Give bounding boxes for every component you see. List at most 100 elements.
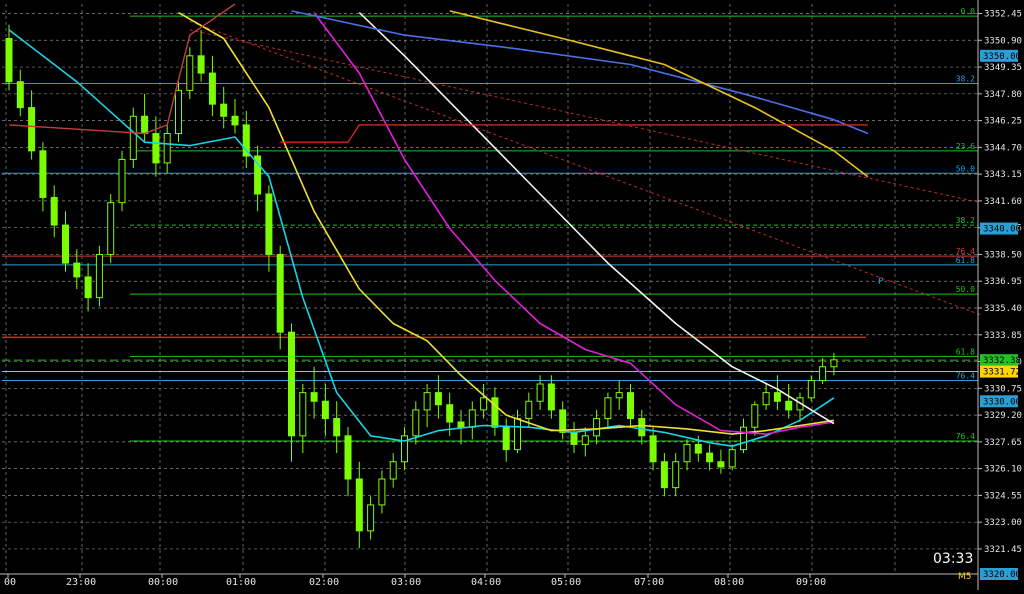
candle-body	[163, 133, 171, 164]
fib-level-label: 38.2	[956, 216, 975, 225]
price-tick-label: 3349.35	[984, 63, 1022, 73]
candle-body	[785, 400, 793, 411]
fib-level-label: 61.8	[956, 347, 975, 356]
chart-canvas[interactable]: 0.038.223.650.038.276.461.850.061.876.47…	[0, 0, 1024, 590]
candle-body	[344, 435, 352, 480]
candle-body	[660, 461, 668, 489]
candle-body	[807, 380, 815, 399]
moving-average-line	[358, 12, 835, 425]
candle-body	[604, 397, 612, 420]
price-box-label: 3330.00	[983, 397, 1021, 407]
time-tick-label: 08:00	[714, 577, 744, 588]
candle-body	[378, 478, 386, 506]
candle-body	[16, 81, 24, 109]
price-box-label: 3320.00	[983, 570, 1021, 580]
red-step-line	[280, 124, 868, 143]
candle-body	[129, 115, 137, 160]
server-clock: 03:33	[933, 551, 974, 567]
price-box-label: 3350.00	[983, 52, 1021, 62]
price-axis: 3352.45 3350.90 3349.35 3347.80 3346.25 3344.…	[977, 0, 1022, 590]
price-tick-label: 3333.85	[984, 331, 1022, 341]
price-tick-label: 3323.00	[984, 518, 1022, 528]
price-box-label: 3340.00	[983, 225, 1021, 235]
candle-body	[570, 431, 578, 445]
price-tick-label: 3346.25	[984, 117, 1022, 127]
candle-body	[581, 435, 589, 445]
candle-body	[728, 449, 736, 468]
fib-level-label: 76.4	[956, 432, 975, 441]
candle-body	[95, 253, 103, 299]
price-tick-label: 3343.15	[984, 170, 1022, 180]
price-tick-label: 3336.95	[984, 277, 1022, 287]
candle-body	[423, 392, 431, 411]
candle-body	[559, 409, 567, 433]
candle-body	[434, 392, 442, 406]
candle-body	[751, 404, 759, 428]
candle-body	[762, 392, 770, 406]
candle-body	[830, 359, 838, 368]
candle-body	[615, 392, 623, 399]
moving-average-line	[313, 12, 835, 435]
price-box-label: 3332.38	[983, 356, 1021, 366]
candle-body	[525, 400, 533, 420]
timeframe-label: M5	[958, 572, 972, 582]
candle-body	[175, 89, 182, 135]
candle-body	[107, 202, 115, 255]
time-axis: 00 23:00 00:00 01:00 02:00 03:00 04:00 05:00 07:…	[0, 573, 978, 588]
candle-body	[265, 193, 273, 255]
candle-body	[299, 392, 307, 437]
candle-body	[649, 435, 657, 463]
fib-level-label: 0.0	[961, 7, 976, 16]
candle-body	[28, 107, 36, 152]
price-tick-label: 3347.80	[984, 90, 1022, 100]
fib-level-label: 50.0	[956, 164, 975, 173]
moving-average-line	[291, 10, 869, 135]
fib-level-label: 38.2	[956, 74, 975, 83]
candle-body	[84, 276, 92, 299]
price-tick-label: 3330.75	[984, 384, 1022, 394]
candle-body	[62, 224, 69, 264]
time-tick-label: 04:00	[471, 577, 501, 588]
price-tick-label: 3338.50	[984, 250, 1022, 260]
trend-line	[189, 20, 981, 316]
candle-body	[118, 158, 126, 204]
time-tick-label: 01:00	[226, 577, 256, 588]
candle-body	[5, 38, 13, 83]
candle-body	[468, 409, 476, 428]
price-tick-label: 3326.10	[984, 465, 1022, 475]
candle-body	[502, 426, 510, 451]
candle-body	[480, 397, 488, 411]
candle-body	[627, 392, 634, 420]
candle-body	[819, 366, 827, 382]
candle-body	[367, 504, 375, 532]
candle-body	[740, 426, 747, 451]
candle-body	[593, 418, 601, 437]
moving-average-line	[178, 11, 835, 435]
price-tick-label: 3335.40	[984, 304, 1022, 314]
candle-body	[321, 400, 329, 420]
candles	[5, 24, 838, 549]
candle-body	[773, 392, 781, 402]
grid	[2, 4, 978, 574]
price-tick-label: 3321.45	[984, 545, 1022, 555]
candle-body	[39, 150, 47, 198]
candle-body	[717, 461, 725, 468]
time-tick-label: 03:00	[391, 577, 421, 588]
time-tick-label: 00	[4, 577, 16, 588]
time-tick-label: 07:00	[634, 577, 664, 588]
candle-body	[220, 103, 228, 117]
candle-body	[491, 397, 499, 428]
candle-body	[310, 392, 318, 402]
candle-body	[389, 461, 397, 480]
candle-body	[276, 253, 284, 333]
candle-body	[333, 418, 341, 437]
trading-chart[interactable]: 0.0 38.2 23.6 50.0 38.2 76.4 61.8 50.0 61.8 76.4 7…	[0, 0, 1024, 590]
candle-body	[231, 115, 239, 126]
candle-body	[141, 115, 149, 135]
candle-body	[457, 421, 465, 428]
trend-line	[189, 29, 981, 204]
candle-body	[355, 478, 363, 532]
candle-body	[683, 443, 691, 463]
time-tick-label: 02:00	[309, 577, 339, 588]
candle-body	[412, 409, 420, 437]
